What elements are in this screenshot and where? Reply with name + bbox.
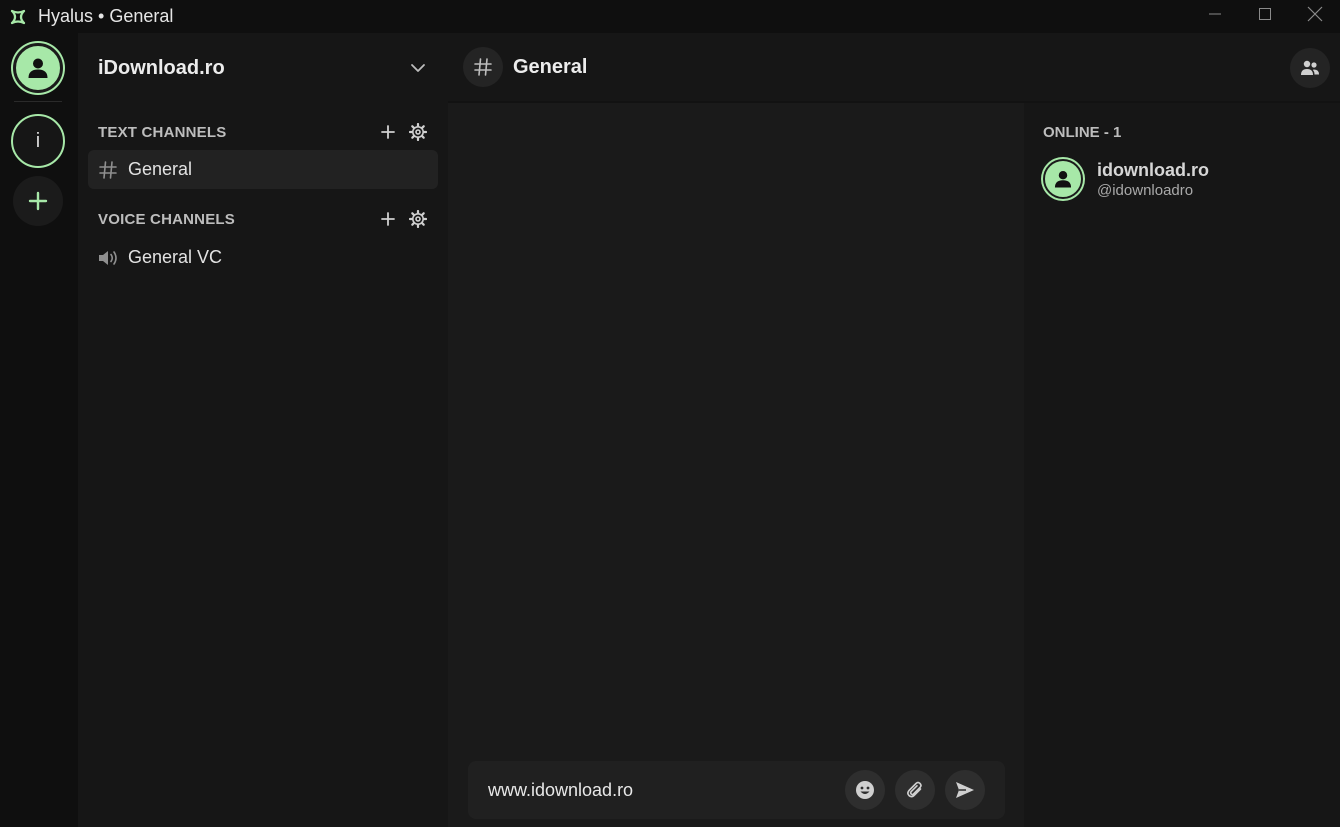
attachment-icon [907,781,922,798]
server-initial: i [35,129,41,152]
voice-channels-settings-button[interactable] [408,209,428,229]
text-channels-settings-button[interactable] [408,122,428,142]
window-title: Hyalus • General [38,6,174,26]
emoji-button[interactable] [845,770,885,810]
member-text: idownload.ro @idownloadro [1097,159,1209,200]
add-server-button[interactable] [13,176,63,226]
close-icon[interactable] [1290,0,1340,28]
member-name: idownload.ro [1097,159,1209,180]
message-composer [468,761,1005,819]
chat-area [448,33,1024,827]
server-name: iDownload.ro [98,56,225,79]
server-rail: i [0,33,78,827]
members-online-header: ONLINE - 1 [1043,124,1122,141]
voice-channels-actions [378,207,428,231]
channel-label: General VC [128,247,223,267]
text-channels-header: TEXT CHANNELS [98,120,438,144]
members-panel: ONLINE - 1 idownload.ro @idownloadro [1024,103,1340,827]
member-item[interactable]: idownload.ro @idownloadro [1043,157,1333,201]
users-icon [1301,60,1319,75]
attachment-button[interactable] [895,770,935,810]
user-icon [1054,170,1072,188]
speaker-icon [97,247,119,269]
hyalus-logo-icon [8,7,28,27]
rail-divider [14,101,62,102]
send-button[interactable] [945,770,985,810]
title-bar: Hyalus • General [0,0,1340,33]
server-header[interactable]: iDownload.ro [78,33,448,103]
chevron-down-icon[interactable] [406,56,430,80]
chat-channel-title: General [513,55,588,78]
channel-item-general[interactable]: General [88,150,438,189]
channel-label: General [128,159,193,179]
plus-icon [381,212,395,226]
chat-header: General [448,33,1340,103]
member-handle: @idownloadro [1097,181,1194,199]
channel-item-general-vc[interactable]: General VC [88,238,438,277]
add-text-channel-button[interactable] [378,122,398,142]
add-voice-channel-button[interactable] [378,209,398,229]
plus-icon [28,191,48,211]
voice-channels-title: VOICE CHANNELS [98,210,235,228]
window-controls [1190,0,1340,28]
message-input[interactable] [488,776,828,804]
member-avatar [1043,159,1083,199]
minimize-icon[interactable] [1190,0,1240,28]
gear-icon [409,123,427,141]
text-channels-actions [378,120,428,144]
plus-icon [381,125,395,139]
voice-channels-header: VOICE CHANNELS [98,207,438,231]
user-icon [28,58,48,78]
hash-icon [463,47,503,87]
emoji-icon [856,781,874,799]
maximize-icon[interactable] [1240,0,1290,28]
user-avatar[interactable] [13,43,63,93]
server-icon-idownload[interactable]: i [11,114,65,168]
hash-icon [97,159,119,181]
channel-sidebar: iDownload.ro TEXT CHANNELS General VOICE… [78,33,448,827]
text-channels-title: TEXT CHANNELS [98,123,227,141]
gear-icon [409,210,427,228]
send-icon [956,782,974,798]
members-toggle-button[interactable] [1290,48,1330,88]
